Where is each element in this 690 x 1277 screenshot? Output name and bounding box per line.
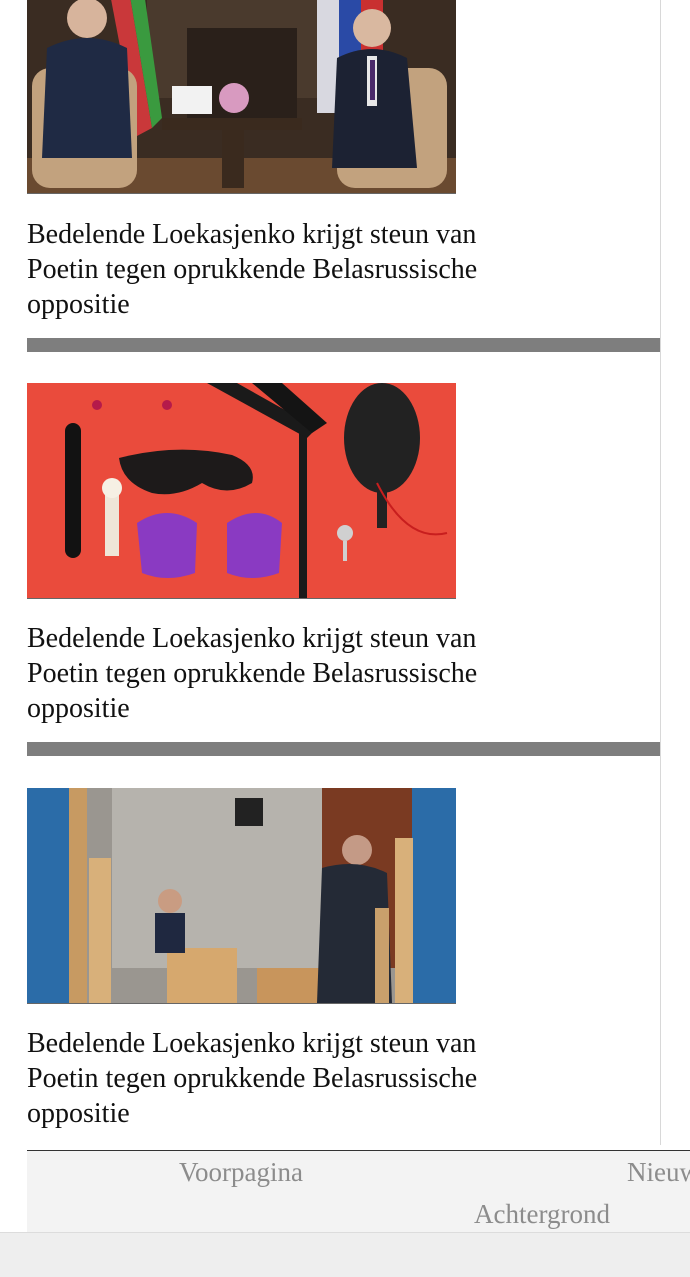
article-image[interactable]	[27, 0, 456, 194]
footer-nav: Voorpagina Nieuws Achtergrond	[27, 1150, 690, 1233]
article-headline[interactable]: Bedelende Loekasjenko krijgt steun van P…	[27, 217, 487, 322]
article-divider	[27, 742, 660, 756]
article-divider	[27, 338, 660, 352]
footer-link-voorpagina[interactable]: Voorpagina	[179, 1157, 303, 1188]
article-headline[interactable]: Bedelende Loekasjenko krijgt steun van P…	[27, 621, 487, 726]
article-image[interactable]	[27, 383, 456, 599]
article-column: Bedelende Loekasjenko krijgt steun van P…	[0, 0, 661, 1145]
leaders-meeting-photo	[27, 0, 456, 193]
browser-bottom-bar	[0, 1232, 690, 1277]
parliament-debate-photo	[27, 788, 456, 1003]
footer-link-nieuws[interactable]: Nieuws	[627, 1157, 690, 1188]
article-headline[interactable]: Bedelende Loekasjenko krijgt steun van P…	[27, 1026, 487, 1131]
accessories-flatlay-photo	[27, 383, 456, 598]
footer-link-achtergrond[interactable]: Achtergrond	[474, 1199, 610, 1230]
article-image[interactable]	[27, 788, 456, 1004]
